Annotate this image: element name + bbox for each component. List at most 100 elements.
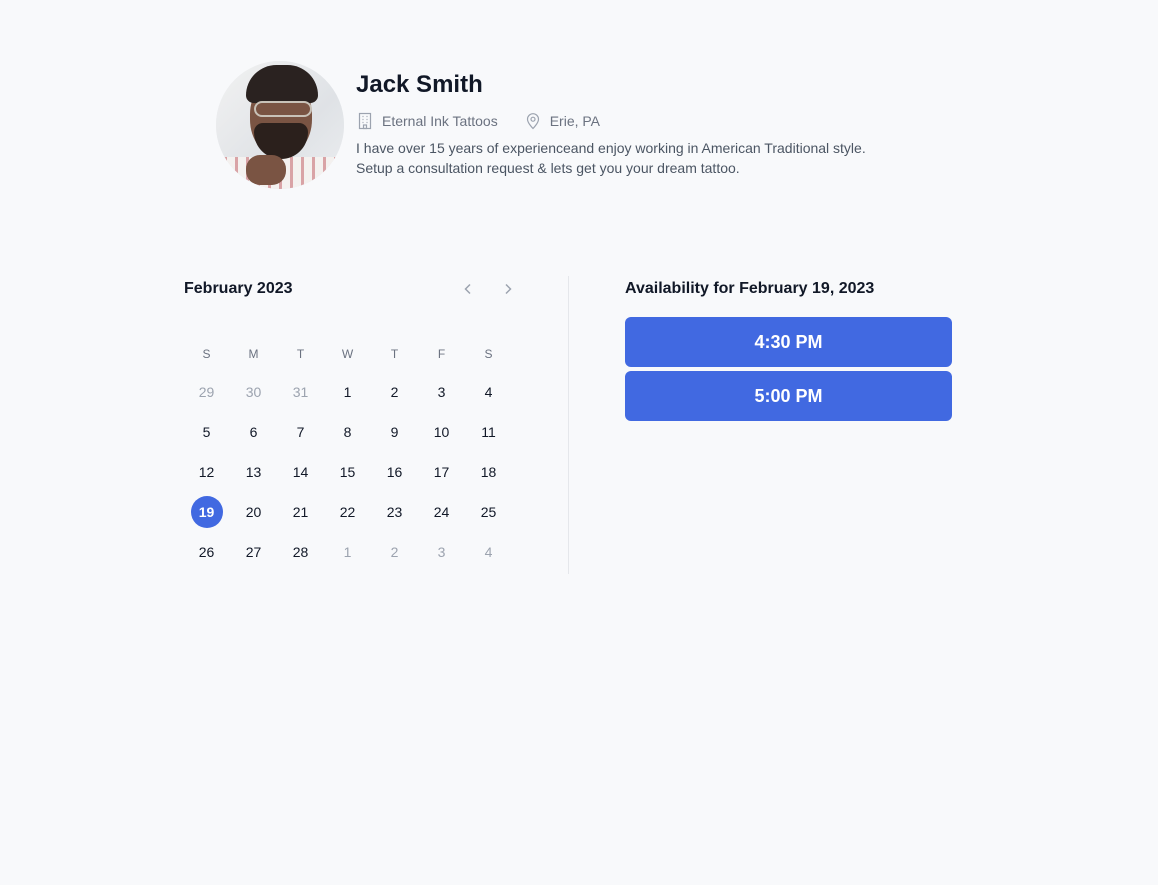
calendar-day[interactable]: 5 (183, 416, 230, 448)
day-number: 16 (386, 464, 403, 480)
day-number: 1 (343, 544, 352, 560)
weekday-label: M (248, 347, 259, 361)
calendar-day[interactable]: 23 (371, 496, 418, 528)
day-number: 9 (390, 424, 399, 440)
day-number: 6 (249, 424, 258, 440)
calendar-day[interactable]: 6 (230, 416, 277, 448)
calendar-day[interactable]: 3 (418, 376, 465, 408)
chevron-right-icon (505, 283, 512, 295)
calendar-day[interactable]: 27 (230, 536, 277, 568)
weekday-label: S (202, 347, 211, 361)
day-number: 12 (198, 464, 215, 480)
next-month-button[interactable] (496, 277, 520, 301)
building-icon (358, 112, 372, 130)
bio-line: I have over 15 years of experienceand en… (356, 140, 866, 156)
day-number: 24 (433, 504, 450, 520)
bio-line: Setup a consultation request & lets get … (356, 160, 740, 176)
weekday-label: W (341, 347, 354, 361)
day-number: 3 (437, 384, 446, 400)
calendar-day[interactable]: 4 (465, 536, 512, 568)
calendar-day[interactable]: 30 (230, 376, 277, 408)
day-number: 7 (296, 424, 305, 440)
location: Erie, PA (524, 112, 600, 130)
day-number: 8 (343, 424, 352, 440)
time-slot-list: 4:30 PM 5:00 PM (625, 317, 952, 421)
day-number: 20 (245, 504, 262, 520)
availability-title: Availability for February 19, 2023 (625, 280, 875, 297)
day-number: 13 (245, 464, 262, 480)
calendar-day[interactable]: 17 (418, 456, 465, 488)
previous-month-button[interactable] (456, 277, 480, 301)
day-number: 26 (198, 544, 215, 560)
profile-info: Jack Smith Eternal Ink Tattoos Erie, PA (356, 61, 866, 189)
calendar-day[interactable]: 18 (465, 456, 512, 488)
section-divider (568, 276, 569, 574)
calendar-header: February 2023 (184, 276, 520, 302)
time-slot-button[interactable]: 5:00 PM (625, 371, 952, 421)
day-number: 31 (292, 384, 309, 400)
calendar-day[interactable]: 2 (371, 376, 418, 408)
calendar-nav (440, 277, 520, 301)
weekday-label: S (484, 347, 493, 361)
calendar-day[interactable]: 21 (277, 496, 324, 528)
artist-name: Jack Smith (356, 71, 483, 98)
time-slot-button[interactable]: 4:30 PM (625, 317, 952, 367)
calendar-day[interactable]: 15 (324, 456, 371, 488)
weekday-label: F (437, 347, 446, 361)
day-number: 5 (202, 424, 211, 440)
calendar-day[interactable]: 24 (418, 496, 465, 528)
calendar-grid: 29 30 31 1 2 3 4 5 6 7 8 9 10 11 12 13 14 15 16 17 18 19 20 21 2… (183, 376, 520, 568)
day-number: 14 (292, 464, 309, 480)
day-number: 25 (480, 504, 497, 520)
weekday-label: T (296, 347, 305, 361)
studio-name: Eternal Ink Tattoos (382, 113, 498, 129)
calendar-day[interactable]: 22 (324, 496, 371, 528)
calendar-day[interactable]: 14 (277, 456, 324, 488)
day-number: 2 (390, 384, 399, 400)
chevron-left-icon (464, 283, 471, 295)
calendar-day[interactable]: 28 (277, 536, 324, 568)
calendar-day[interactable]: 7 (277, 416, 324, 448)
weekday-header: SMTWTFS (183, 346, 520, 362)
calendar-day[interactable]: 25 (465, 496, 512, 528)
day-number: 23 (386, 504, 403, 520)
day-number: 19 (190, 496, 223, 528)
profile-header: Jack Smith Eternal Ink Tattoos Erie, PA (216, 61, 866, 189)
calendar-day[interactable]: 8 (324, 416, 371, 448)
calendar-day[interactable]: 4 (465, 376, 512, 408)
calendar-day[interactable]: 31 (277, 376, 324, 408)
day-number: 15 (339, 464, 356, 480)
calendar-day[interactable]: 10 (418, 416, 465, 448)
avatar-glasses (254, 101, 312, 117)
bio: I have over 15 years of experienceand en… (356, 138, 866, 178)
calendar-day[interactable]: 12 (183, 456, 230, 488)
availability-panel: Availability for February 19, 2023 4:30 … (625, 278, 952, 425)
calendar-month-label: February 2023 (184, 280, 293, 297)
calendar-day[interactable]: 3 (418, 536, 465, 568)
calendar-day[interactable]: 11 (465, 416, 512, 448)
profile-meta: Eternal Ink Tattoos Erie, PA (356, 112, 866, 130)
day-number: 3 (437, 544, 446, 560)
studio: Eternal Ink Tattoos (356, 112, 498, 130)
day-number: 28 (292, 544, 309, 560)
day-number: 10 (433, 424, 450, 440)
calendar: February 2023 SMTWTFS 29 30 31 1 2 3 4 5 6 7 8 9 10 1… (184, 276, 520, 568)
day-number: 2 (390, 544, 399, 560)
avatar-hand (246, 155, 286, 185)
calendar-day[interactable]: 20 (230, 496, 277, 528)
day-number: 17 (433, 464, 450, 480)
calendar-day[interactable]: 13 (230, 456, 277, 488)
calendar-day[interactable]: 16 (371, 456, 418, 488)
day-number: 1 (343, 384, 352, 400)
calendar-day[interactable]: 26 (183, 536, 230, 568)
calendar-day[interactable]: 2 (371, 536, 418, 568)
day-number: 4 (484, 544, 493, 560)
calendar-day[interactable]: 1 (324, 376, 371, 408)
calendar-day[interactable]: 29 (183, 376, 230, 408)
calendar-day-selected[interactable]: 19 (183, 496, 230, 528)
avatar (216, 61, 344, 189)
day-number: 11 (481, 424, 496, 440)
calendar-day[interactable]: 1 (324, 536, 371, 568)
day-number: 4 (484, 384, 493, 400)
calendar-day[interactable]: 9 (371, 416, 418, 448)
